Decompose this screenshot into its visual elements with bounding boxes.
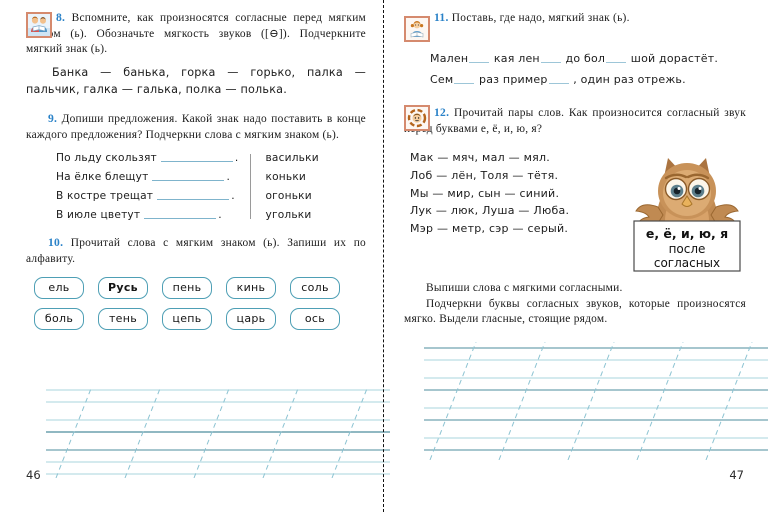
left-page: 8. Вспомните, как произносятся согласные… [0, 0, 390, 512]
page-number-left: 46 [26, 468, 41, 482]
soft-sign-gap[interactable] [469, 62, 490, 63]
exercise-10-number: 10. [48, 236, 64, 250]
exercise-11: 11. Поставь, где надо, мягкий знак (ь). [404, 10, 746, 42]
sentence-text: В июле цветут [56, 209, 141, 222]
workbook-spread: 8. Вспомните, как произносятся согласные… [0, 0, 768, 512]
answer-blank[interactable] [157, 199, 230, 201]
table-row: По льду скользят. [56, 152, 239, 165]
exercise-8-prompt-text: Вспомните, как произносятся согласные пе… [26, 12, 366, 56]
soft-sign-gap[interactable] [540, 62, 561, 63]
exercise-10-prompt-text: Прочитай слова с мягким знаком (ь). Запи… [26, 237, 366, 265]
fill-part: шой дорастёт. [627, 52, 719, 65]
answer-word: угольки [265, 209, 312, 222]
word-chip[interactable]: пень [162, 276, 212, 299]
word-chip[interactable]: соль [290, 276, 340, 299]
answer-word: огоньки [265, 190, 312, 203]
exercise-8-number: 8. [56, 11, 66, 24]
exercise-8: 8. Вспомните, как произносятся согласные… [26, 10, 366, 58]
exercise-10: 10. Прочитай слова с мягким знаком (ь). … [26, 235, 366, 267]
sentence-text: На ёлке блещут [56, 171, 149, 184]
exercise-11-fill-lines: Мален кая лен до бол шой дорастёт. Сем р… [430, 48, 746, 91]
fill-part: Мален [430, 52, 469, 65]
writing-lines-left [46, 386, 390, 478]
fill-part: до бол [561, 52, 606, 65]
exercise-12-prompt: 12. Прочитай пары слов. Как произносится… [404, 105, 746, 137]
answer-word: васильки [265, 152, 319, 165]
word-chip[interactable]: царь [226, 307, 276, 330]
exercise-11-number: 11. [434, 11, 449, 24]
word-chip[interactable]: ось [290, 307, 340, 330]
tail-line-1: Выпиши слова с мягкими согласными. [426, 281, 623, 294]
exercise-9: 9. Допиши предложения. Какой знак надо п… [26, 111, 366, 143]
soft-sign-gap[interactable] [606, 62, 627, 63]
chip-row: ель Русь пень кинь соль [34, 276, 366, 299]
soft-sign-gap[interactable] [454, 83, 475, 85]
fill-line: Мален кая лен до бол шой дорастёт. [430, 48, 746, 69]
exercise-12-pairs-area: Мак — мяч, мал — мял. Лоб — лён, Толя — … [404, 149, 746, 272]
fill-part: раз пример [475, 73, 548, 87]
girl-reading-icon [404, 16, 430, 42]
sentence-column: По льду скользят. На ёлке блещут. В кост… [56, 152, 250, 221]
sound-circle-face-icon [404, 104, 430, 131]
answer-word: коньки [265, 171, 307, 184]
two-children-reading-icon [26, 12, 52, 38]
writing-lines-right [424, 342, 768, 460]
owl-sign-line-1: е, ё, и, ю, я [646, 226, 728, 241]
sentence-text: По льду скользят [56, 152, 157, 165]
soft-sign-gap[interactable] [548, 83, 569, 85]
answer-blank[interactable] [152, 180, 225, 182]
sentence-text: В костре трещат [56, 190, 154, 203]
exercise-12-prompt-text: Прочитай пары слов. Как произносится сог… [404, 106, 746, 135]
word-chip[interactable]: боль [34, 307, 84, 330]
owl-sign-line-2: после [669, 242, 706, 256]
fill-part: , один раз отрежь. [569, 73, 686, 87]
exercise-9-prompt: 9. Допиши предложения. Какой знак надо п… [26, 111, 366, 143]
exercise-9-sentence-table: По льду скользят. На ёлке блещут. В кост… [56, 152, 366, 221]
exercise-12: 12. Прочитай пары слов. Как произносится… [404, 104, 746, 139]
word-chip-grid: ель Русь пень кинь соль боль тень цепь ц… [26, 276, 366, 330]
exercise-12-number: 12. [434, 105, 450, 119]
fill-line: Сем раз пример , один раз отрежь. [430, 69, 746, 90]
exercise-9-prompt-text: Допиши предложения. Какой знак надо пост… [26, 112, 366, 141]
exercise-8-examples: Банка — банька, горка — горько, палка — … [26, 66, 366, 96]
word-chip[interactable]: кинь [226, 276, 276, 299]
page-number-right: 47 [729, 468, 744, 482]
word-chip[interactable]: тень [98, 307, 148, 330]
table-row: На ёлке блещут. [56, 171, 231, 184]
exercise-11-prompt-text: Поставь, где надо, мягкий знак (ь). [451, 12, 630, 24]
right-page: 11. Поставь, где надо, мягкий знак (ь). … [384, 0, 768, 512]
exercise-10-prompt: 10. Прочитай слова с мягким знаком (ь). … [26, 235, 366, 267]
table-row: В июле цветут. [56, 209, 222, 222]
chip-row: боль тень цепь царь ось [34, 307, 366, 330]
tail-line-2: Подчеркни буквы согласных звуков, которы… [404, 297, 746, 326]
page-gutter-divider [383, 0, 384, 512]
word-chip[interactable]: ель [34, 276, 84, 299]
fill-part: кая лен [490, 52, 540, 65]
owl-illustration: е, ё, и, ю, я после согласных [624, 143, 750, 275]
table-row: В костре трещат. [56, 190, 235, 203]
exercise-12-tail-instructions: Выпиши слова с мягкими согласными. Подче… [404, 281, 746, 328]
exercise-9-number: 9. [48, 111, 58, 125]
fill-part: Сем [430, 73, 454, 87]
exercise-11-prompt: 11. Поставь, где надо, мягкий знак (ь). [404, 10, 746, 27]
exercise-8-prompt: 8. Вспомните, как произносятся согласные… [26, 10, 366, 58]
owl-sign-line-3: согласных [654, 256, 720, 270]
answer-blank[interactable] [144, 218, 217, 220]
answer-blank[interactable] [160, 161, 233, 163]
answer-word-column: васильки коньки огоньки угольки [251, 152, 318, 221]
word-chip[interactable]: Русь [98, 276, 148, 299]
word-chip[interactable]: цепь [162, 307, 212, 330]
